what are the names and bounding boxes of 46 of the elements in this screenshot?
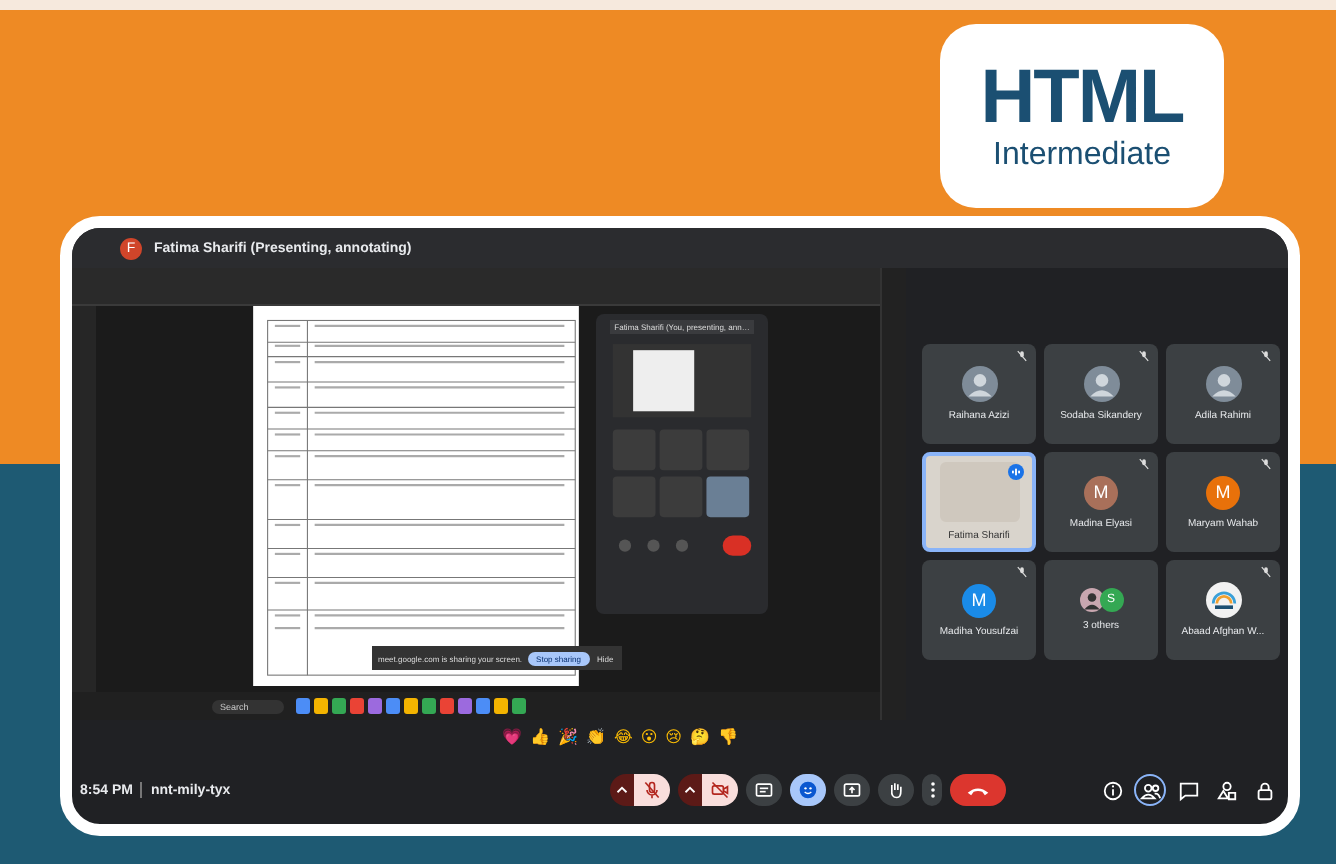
reaction-button[interactable]: 😢	[663, 728, 685, 748]
info-icon	[1101, 779, 1123, 801]
end-call-button[interactable]	[950, 774, 1006, 806]
microphone-button[interactable]	[634, 774, 670, 806]
avatar-photo-icon	[1083, 366, 1119, 402]
reaction-button[interactable]: 👍	[527, 728, 552, 748]
hang-up-icon	[966, 783, 990, 797]
reaction-button[interactable]: 🎉	[555, 728, 580, 748]
options-caret-button[interactable]	[610, 774, 634, 806]
lock-icon	[1253, 779, 1275, 801]
avatar-initial: M	[1084, 475, 1118, 509]
reaction-button[interactable]: 😮	[638, 728, 660, 748]
caret-up-icon	[616, 784, 628, 796]
smiley-icon	[798, 780, 818, 800]
avatar-person-icon	[1079, 588, 1103, 612]
avatar-photo-icon	[961, 366, 997, 402]
present-screen-icon	[842, 780, 862, 800]
reaction-button[interactable]: 😂	[611, 728, 635, 748]
more-options-button[interactable]	[922, 774, 942, 806]
caret-up-icon	[684, 784, 696, 796]
captions-icon	[754, 780, 774, 800]
people-button[interactable]	[1134, 774, 1166, 806]
chat-icon	[1177, 779, 1199, 801]
camera-icon	[710, 780, 730, 800]
reaction-button[interactable]: 💗	[499, 728, 524, 748]
present-button[interactable]	[834, 774, 870, 806]
emoji-button[interactable]	[790, 774, 826, 806]
badge-subtitle: Intermediate	[993, 138, 1171, 174]
reaction-button[interactable]: 🤔	[688, 728, 713, 748]
video-placeholder	[939, 462, 1019, 522]
microphone-icon	[642, 780, 662, 800]
activities-icon	[1215, 779, 1237, 801]
options-caret-button[interactable]	[678, 774, 702, 806]
reaction-button[interactable]: 👎	[716, 728, 741, 748]
captions-button[interactable]	[746, 774, 782, 806]
organization-logo-icon	[1205, 582, 1241, 618]
people-icon	[1139, 779, 1161, 801]
camera-button[interactable]	[702, 774, 738, 806]
avatar-initial: M	[962, 583, 996, 617]
hand-icon	[886, 780, 906, 800]
reaction-button[interactable]: 👏	[583, 728, 608, 748]
avatar-initial: M	[1206, 475, 1240, 509]
more-vertical-icon	[929, 780, 935, 800]
raise-hand-button[interactable]	[878, 774, 914, 806]
avatar-photo-icon	[1205, 366, 1241, 402]
badge-title: HTML	[980, 58, 1184, 138]
